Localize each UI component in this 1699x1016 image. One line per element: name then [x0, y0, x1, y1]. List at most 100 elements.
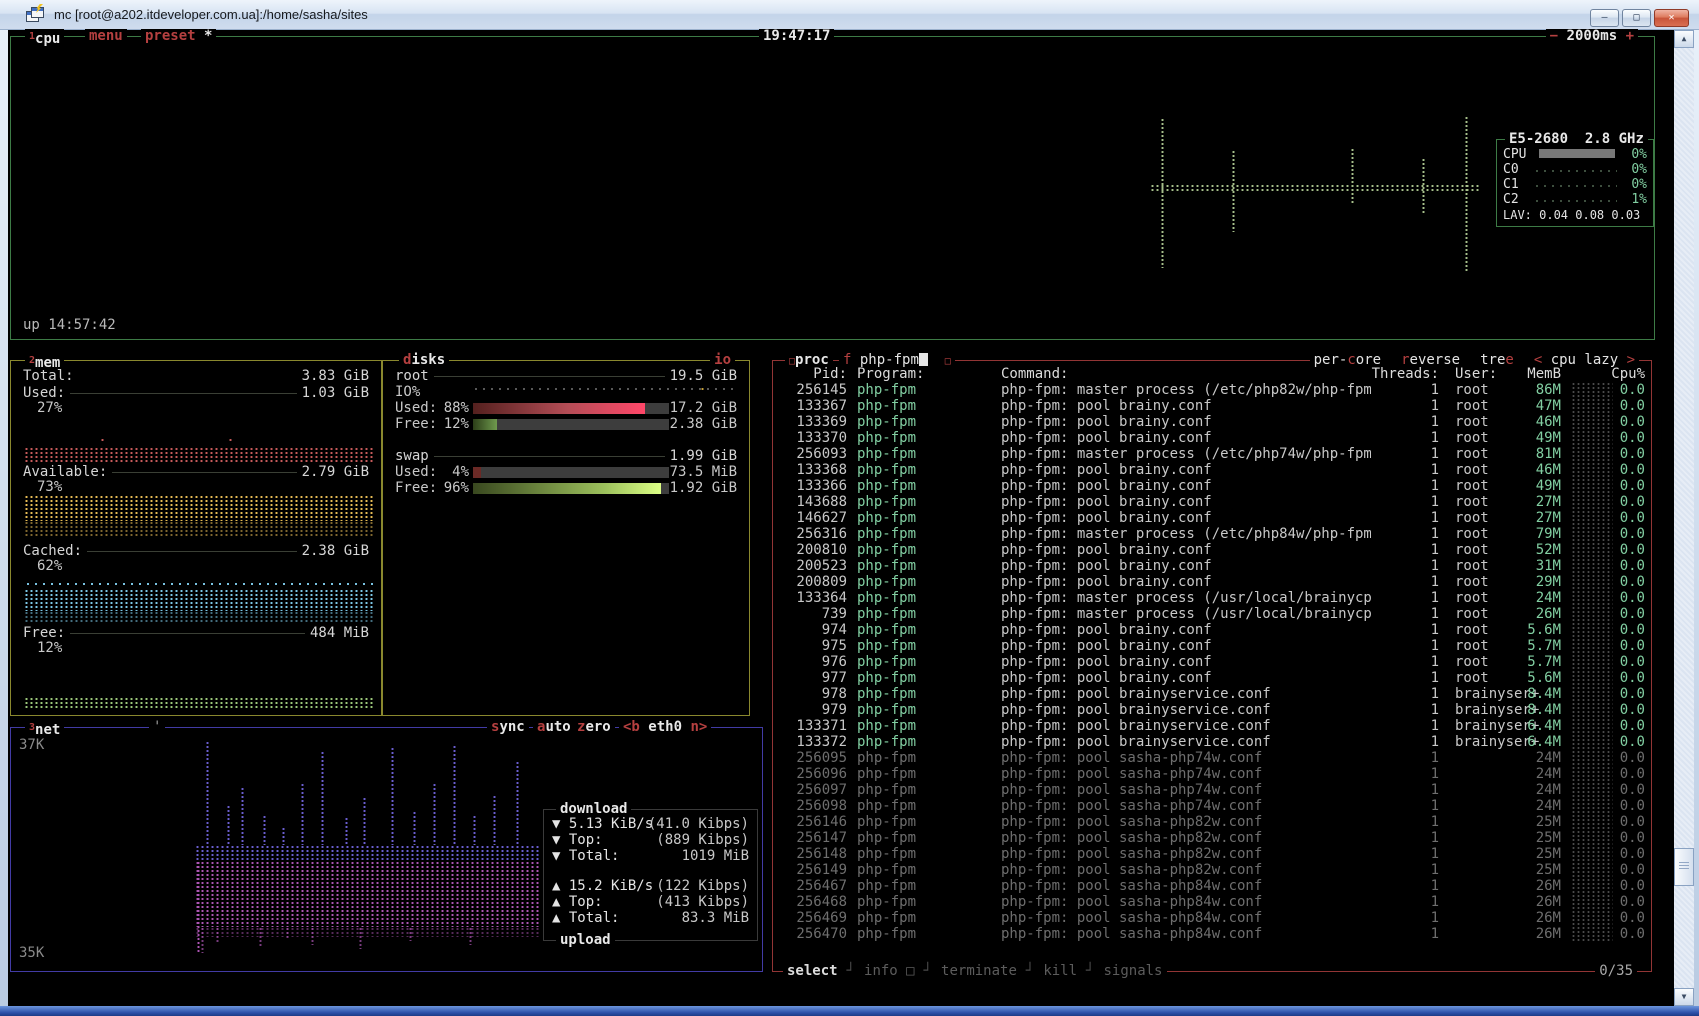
table-row[interactable]: 146627php-fpmphp-fpm: pool brainy.conf1r… [773, 510, 1651, 526]
minimize-button[interactable]: — [1590, 9, 1619, 27]
proc-cell-mem: 24M [1507, 590, 1561, 606]
table-row[interactable]: 200523php-fpmphp-fpm: pool brainy.conf1r… [773, 558, 1651, 574]
table-row[interactable]: 256468php-fpmphp-fpm: pool sasha-php84w.… [773, 894, 1651, 910]
window-bottom-border [0, 1006, 1699, 1016]
proc-cell-user: root [1455, 590, 1489, 606]
proc-cell-prog: php-fpm [857, 734, 916, 750]
net-auto-button[interactable]: auto [533, 720, 575, 735]
table-row[interactable]: 979php-fpmphp-fpm: pool brainyservice.co… [773, 702, 1651, 718]
proc-cell-thr: 1 [1371, 782, 1439, 798]
scroll-up-icon[interactable]: ▲ [1674, 30, 1694, 48]
proc-cell-user: root [1455, 462, 1489, 478]
proc-cell-cmd: php-fpm: master process (/etc/php82w/php… [1001, 382, 1371, 398]
table-row[interactable]: 256146php-fpmphp-fpm: pool sasha-php82w.… [773, 814, 1651, 830]
proc-cell-user: root [1455, 606, 1489, 622]
table-row[interactable]: 133364php-fpmphp-fpm: master process (/u… [773, 590, 1651, 606]
table-row[interactable]: 200809php-fpmphp-fpm: pool brainy.conf1r… [773, 574, 1651, 590]
table-row[interactable]: 133367php-fpmphp-fpm: pool brainy.conf1r… [773, 398, 1651, 414]
table-row[interactable]: 739php-fpmphp-fpm: master process (/usr/… [773, 606, 1651, 622]
select-button[interactable]: select [787, 964, 838, 979]
proc-cell-pid: 133367 [779, 398, 847, 414]
proc-cell-prog: php-fpm [857, 670, 916, 686]
table-row[interactable]: 256469php-fpmphp-fpm: pool sasha-php84w.… [773, 910, 1651, 926]
io-mode-toggle[interactable]: io [710, 353, 735, 368]
table-row[interactable]: 256096php-fpmphp-fpm: pool sasha-php74w.… [773, 766, 1651, 782]
mem-meter-dots [1571, 782, 1613, 798]
net-interface-switch[interactable]: <b eth0 n> [619, 720, 711, 735]
table-row[interactable]: 133366php-fpmphp-fpm: pool brainy.conf1r… [773, 478, 1651, 494]
kill-button[interactable]: kill [1043, 964, 1077, 979]
table-row[interactable]: 256147php-fpmphp-fpm: pool sasha-php82w.… [773, 830, 1651, 846]
core-value: 0% [1631, 162, 1647, 177]
menu-button[interactable]: menu [85, 29, 127, 44]
info-button[interactable]: info □ [864, 964, 915, 979]
table-row[interactable]: 133372php-fpmphp-fpm: pool brainyservice… [773, 734, 1651, 750]
graph-dots [344, 817, 349, 845]
maximize-button[interactable]: □ [1622, 9, 1651, 27]
swap-free-value: 1.92 GiB [670, 481, 737, 496]
table-row[interactable]: 133368php-fpmphp-fpm: pool brainy.conf1r… [773, 462, 1651, 478]
cpu-panel-title[interactable]: 1cpu [25, 29, 64, 47]
disk-used-label: Used: [395, 401, 437, 416]
scroll-down-icon[interactable]: ▼ [1674, 988, 1694, 1006]
preset-button[interactable]: preset * [141, 29, 216, 44]
table-row[interactable]: 256148php-fpmphp-fpm: pool sasha-php82w.… [773, 846, 1651, 862]
graph-dots [195, 845, 540, 861]
table-row[interactable]: 133369php-fpmphp-fpm: pool brainy.conf1r… [773, 414, 1651, 430]
table-row[interactable]: 256097php-fpmphp-fpm: pool sasha-php74w.… [773, 782, 1651, 798]
proc-cell-thr: 1 [1371, 510, 1439, 526]
table-row[interactable]: 143688php-fpmphp-fpm: pool brainy.conf1r… [773, 494, 1651, 510]
uptime: up 14:57:42 [23, 318, 116, 333]
proc-cell-prog: php-fpm [857, 590, 916, 606]
proc-cell-pid: 974 [779, 622, 847, 638]
table-row[interactable]: 256470php-fpmphp-fpm: pool sasha-php84w.… [773, 926, 1651, 942]
table-row[interactable]: 978php-fpmphp-fpm: pool brainyservice.co… [773, 686, 1651, 702]
proc-cell-mem: 27M [1507, 494, 1561, 510]
proc-cell-prog: php-fpm [857, 606, 916, 622]
graph-dots [1231, 150, 1236, 232]
proc-cell-mem: 49M [1507, 430, 1561, 446]
table-row[interactable]: 256316php-fpmphp-fpm: master process (/e… [773, 526, 1651, 542]
table-row[interactable]: 256093php-fpmphp-fpm: master process (/e… [773, 446, 1651, 462]
table-row[interactable]: 133370php-fpmphp-fpm: pool brainy.conf1r… [773, 430, 1651, 446]
proc-cell-thr: 1 [1371, 462, 1439, 478]
mem-meter-dots [1571, 862, 1613, 878]
table-row[interactable]: 256145php-fpmphp-fpm: master process (/e… [773, 382, 1651, 398]
net-panel-title[interactable]: 3net [25, 720, 64, 738]
table-row[interactable]: 256467php-fpmphp-fpm: pool sasha-php84w.… [773, 878, 1651, 894]
proc-cell-thr: 1 [1371, 558, 1439, 574]
table-row[interactable]: 256095php-fpmphp-fpm: pool sasha-php74w.… [773, 750, 1651, 766]
net-sync-button[interactable]: sync [487, 720, 529, 735]
disk-used-meter [473, 403, 669, 414]
interval-plus-button: + [1626, 28, 1634, 44]
proc-cell-prog: php-fpm [857, 894, 916, 910]
title-bar[interactable]: mc [root@a202.itdeveloper.com.ua]:/home/… [0, 0, 1699, 30]
table-row[interactable]: 974php-fpmphp-fpm: pool brainy.conf1root… [773, 622, 1651, 638]
proc-footer: select┘info □┘terminate┘kill┘signals [783, 964, 1167, 979]
proc-cell-prog: php-fpm [857, 878, 916, 894]
graph-dots [24, 589, 374, 611]
proc-cell-thr: 1 [1371, 590, 1439, 606]
proc-cell-mem: 79M [1507, 526, 1561, 542]
terminate-button[interactable]: terminate [941, 964, 1017, 979]
proc-cell-mem: 46M [1507, 462, 1561, 478]
proc-cell-mem: 26M [1507, 894, 1561, 910]
table-row[interactable]: 975php-fpmphp-fpm: pool brainy.conf1root… [773, 638, 1651, 654]
mem-meter-dots [1571, 670, 1613, 686]
signals-button[interactable]: signals [1103, 964, 1162, 979]
table-row[interactable]: 976php-fpmphp-fpm: pool brainy.conf1root… [773, 654, 1651, 670]
proc-cell-pid: 256468 [779, 894, 847, 910]
table-row[interactable]: 977php-fpmphp-fpm: pool brainy.conf1root… [773, 670, 1651, 686]
table-row[interactable]: 256098php-fpmphp-fpm: pool sasha-php74w.… [773, 798, 1651, 814]
scrollbar[interactable]: ▲ ▼ [1674, 30, 1694, 1006]
proc-cell-user: root [1455, 542, 1489, 558]
graph-dots [358, 927, 363, 949]
table-row[interactable]: 133371php-fpmphp-fpm: pool brainyservice… [773, 718, 1651, 734]
proc-cell-thr: 1 [1371, 430, 1439, 446]
net-zero-button[interactable]: zero [573, 720, 615, 735]
table-row[interactable]: 200810php-fpmphp-fpm: pool brainy.conf1r… [773, 542, 1651, 558]
close-button[interactable]: ✕ [1654, 9, 1689, 27]
refresh-interval[interactable]: − 2000ms + [1546, 29, 1638, 44]
scrollbar-thumb[interactable] [1674, 848, 1694, 886]
table-row[interactable]: 256149php-fpmphp-fpm: pool sasha-php82w.… [773, 862, 1651, 878]
